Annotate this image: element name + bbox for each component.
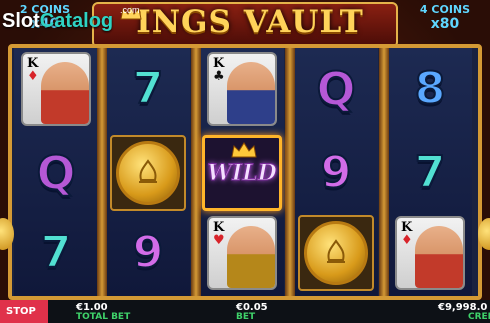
symbol-Q: Q [296, 50, 376, 128]
king-portrait-icon [227, 226, 275, 288]
king-portrait-icon [41, 62, 89, 124]
symbol-9: 9 [296, 134, 376, 212]
logo-catalog: Catalog [39, 10, 114, 32]
symbol-glyph: 7 [132, 63, 165, 114]
gold-coin-symbol [108, 134, 188, 212]
coins-right-multiplier: x80 [430, 16, 460, 32]
reel-separator [191, 48, 201, 296]
symbol-7: 7 [108, 50, 188, 128]
wild-label: WILD [207, 160, 278, 187]
symbol-7: 7 [390, 134, 470, 212]
card-suit-icon: ♥ [213, 233, 225, 248]
wild-box: WILD [202, 135, 282, 211]
coin-frame [298, 215, 374, 291]
symbol-glyph: 7 [414, 147, 447, 198]
reel-separator [285, 48, 295, 296]
reel-separator [379, 48, 389, 296]
logo-com: .com [120, 5, 140, 15]
playing-card: K ♥ [207, 216, 277, 290]
symbol-glyph: 9 [132, 227, 165, 278]
king-card-symbol: K ♦ [16, 50, 96, 128]
king-portrait-icon [227, 62, 275, 124]
playing-card: K ♦ [395, 216, 465, 290]
symbol-glyph: Q [35, 146, 76, 200]
king-card-symbol: K ♣ [202, 50, 282, 128]
symbol-glyph: 9 [320, 147, 353, 198]
gold-coin-symbol [296, 214, 376, 292]
card-corner: K ♣ [213, 57, 225, 83]
card-suit-icon: ♦ [401, 233, 413, 248]
king-portrait-icon [415, 226, 463, 288]
coins-indicator-right: 4 COINS x80 [400, 0, 490, 40]
symbol-glyph: Q [315, 62, 356, 116]
stop-button[interactable]: STOP [0, 300, 48, 323]
game-title-text: INGS VAULT [136, 4, 364, 40]
total-bet-label: TOTAL BET [76, 312, 131, 322]
card-suit-icon: ♦ [27, 69, 39, 84]
coins-right-label: 4 COINS [419, 3, 471, 16]
card-suit-icon: ♣ [213, 69, 225, 84]
king-card-symbol: K ♦ [390, 214, 470, 292]
card-corner: K ♦ [27, 57, 39, 83]
card-corner: K ♥ [213, 221, 225, 247]
coin-frame [110, 135, 186, 211]
playing-card: K ♦ [21, 52, 91, 126]
card-corner: K ♦ [401, 221, 413, 247]
credit-label: CRED [468, 312, 490, 322]
gold-coin-icon [116, 141, 180, 205]
symbol-7: 7 [16, 214, 96, 292]
game-title: INGS VAULT [100, 4, 400, 40]
bet-label: BET [236, 312, 256, 322]
crown-icon [231, 142, 257, 158]
watermark-logo: SlotCatalog [2, 10, 113, 33]
symbol-Q: Q [16, 134, 96, 212]
symbol-glyph: 7 [40, 227, 73, 278]
symbol-glyph: 8 [414, 63, 447, 114]
reel-separator [97, 48, 107, 296]
king-card-symbol: K ♥ [202, 214, 282, 292]
gold-coin-icon [304, 221, 368, 285]
symbol-9: 9 [108, 214, 188, 292]
playing-card: K ♣ [207, 52, 277, 126]
symbol-8: 8 [390, 50, 470, 128]
wild-symbol: WILD [202, 134, 282, 212]
slot-game-screen: 2 COINS x40 4 COINS x80 INGS VAULT SlotC… [0, 0, 490, 323]
logo-slot: Slot [2, 10, 40, 32]
